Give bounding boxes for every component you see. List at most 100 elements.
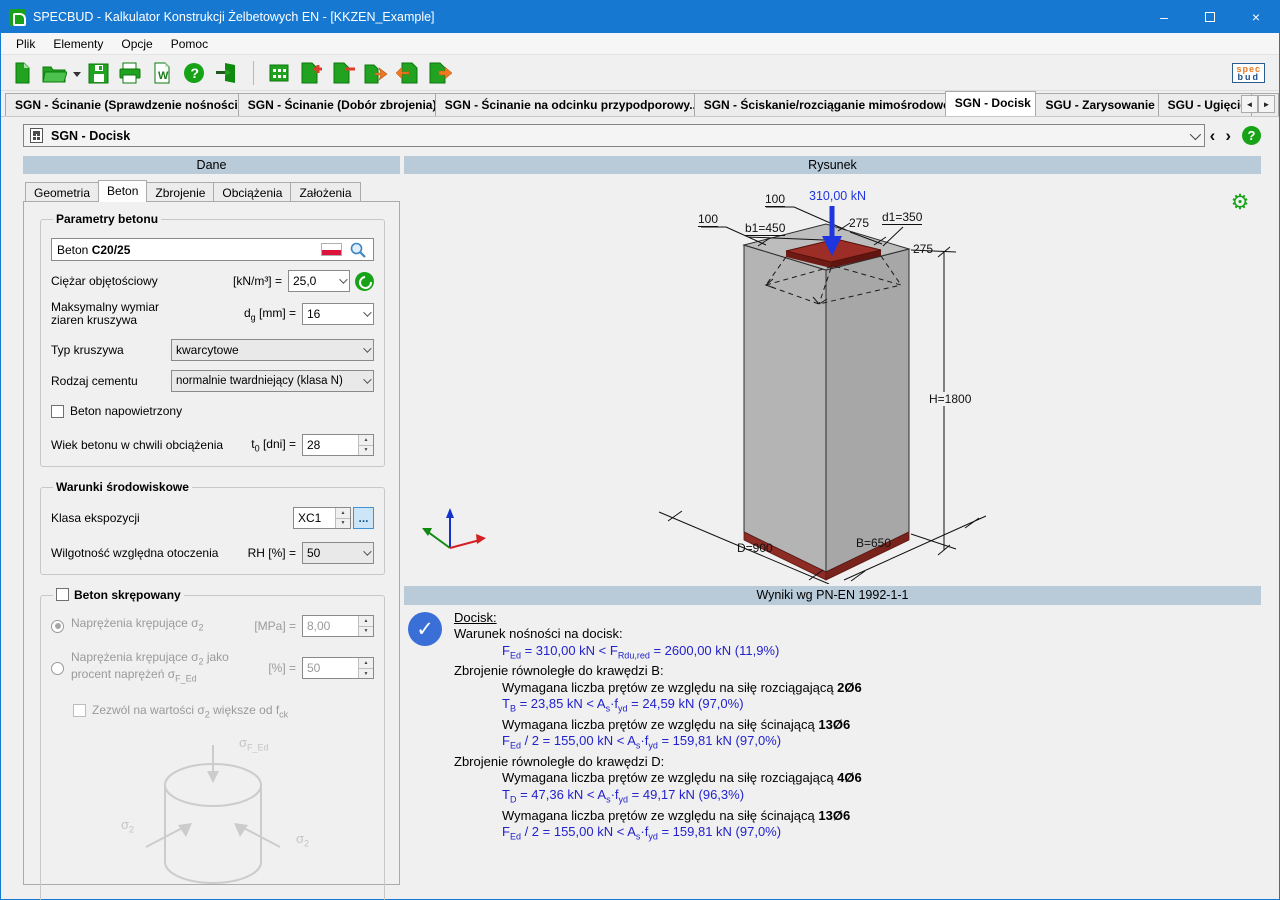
module-tab-4[interactable]: SGN - Docisk <box>945 91 1037 116</box>
concrete-class-value: Beton C20/25 <box>57 243 130 257</box>
dim-H: H=1800 <box>929 392 971 406</box>
spin-up-icon[interactable]: ▲ <box>359 616 373 627</box>
maximize-icon <box>1205 12 1215 22</box>
air-entrained-checkbox[interactable] <box>51 405 64 418</box>
help-button[interactable]: ? <box>179 58 209 88</box>
dim-275-top: 275 <box>849 216 869 230</box>
add-element-button[interactable] <box>296 58 326 88</box>
allow-sigma2-checkbox[interactable] <box>73 704 86 717</box>
dim-d1: d1=350 <box>882 210 922 225</box>
confining-stress-label: Naprężenia krępujące σ2 <box>71 617 204 634</box>
aggregate-size-label: Maksymalny wymiar ziaren kruszywa <box>51 301 159 327</box>
maximize-button[interactable] <box>1187 1 1233 33</box>
open-document-button[interactable] <box>39 58 69 88</box>
exposure-class-spinner[interactable]: XC1 ▲▼ <box>293 507 351 529</box>
auto-weight-icon[interactable] <box>355 272 374 291</box>
spin-up-icon[interactable]: ▲ <box>336 508 350 519</box>
confining-percent-spinner[interactable]: 50 ▲▼ <box>302 657 374 679</box>
element-type-icon <box>30 128 43 143</box>
tabs-scroll-left-button[interactable]: ◄ <box>1241 95 1258 113</box>
dim-100-left: 100 <box>698 212 718 227</box>
data-panel-tabs: GeometriaBetonZbrojenieObciążeniaZałożen… <box>23 180 400 202</box>
cement-type-combo[interactable]: normalnie twardniejący (klasa N) <box>171 370 374 392</box>
search-concrete-button[interactable] <box>348 240 368 260</box>
help-icon[interactable]: ? <box>1242 126 1261 145</box>
previous-element-arrow[interactable]: ‹ <box>1205 126 1221 146</box>
concrete-class-field[interactable]: Beton C20/25 <box>51 238 374 261</box>
tabs-scroll-right-button[interactable]: ► <box>1258 95 1275 113</box>
spin-down-icon[interactable]: ▼ <box>359 669 373 679</box>
unit-weight-label: Ciężar objętościowy <box>51 275 158 288</box>
concrete-age-spinner[interactable]: 28 ▲▼ <box>302 434 374 456</box>
spin-down-icon[interactable]: ▼ <box>359 446 373 456</box>
element-list-button[interactable] <box>264 58 294 88</box>
spin-down-icon[interactable]: ▼ <box>359 627 373 637</box>
right-panel-header: Rysunek <box>404 156 1261 174</box>
result-line: TD = 47,36 kN < As·fyd = 49,17 kN (96,3%… <box>454 787 1261 808</box>
group-beton-skrepowany: Beton skrępowany Naprężenia krępujące σ2… <box>40 588 385 900</box>
allow-sigma2-label: Zezwól na wartości σ2 większe od fck <box>92 703 288 719</box>
confined-concrete-checkbox[interactable] <box>56 588 69 601</box>
next-element-button[interactable] <box>424 58 454 88</box>
print-button[interactable] <box>115 58 145 88</box>
remove-element-button[interactable] <box>328 58 358 88</box>
result-line: Zbrojenie równoległe do krawędzi D: <box>454 754 1261 770</box>
module-tab-1[interactable]: SGN - Ścinanie (Dobór zbrojenia) <box>238 93 436 116</box>
module-tab-6[interactable]: SGU - Ugięcie <box>1158 93 1253 116</box>
result-line: Wymagana liczba prętów ze względu na sił… <box>454 808 1261 824</box>
exposure-class-label: Klasa ekspozycji <box>51 512 140 525</box>
spin-up-icon[interactable]: ▲ <box>359 435 373 446</box>
dim-B: B=650 <box>856 536 891 550</box>
minimize-button[interactable]: – <box>1141 1 1187 33</box>
spin-up-icon[interactable]: ▲ <box>359 658 373 669</box>
menu-bar: PlikElementyOpcjePomoc <box>1 33 1279 55</box>
form-tab-zbrojenie[interactable]: Zbrojenie <box>146 182 214 202</box>
module-tab-0[interactable]: SGN - Ścinanie (Sprawdzenie nośności) <box>5 93 239 116</box>
menu-item-pomoc[interactable]: Pomoc <box>162 35 217 53</box>
app-icon <box>9 9 26 26</box>
exposure-more-button[interactable]: ... <box>353 507 374 529</box>
toolbar: W? spec bud <box>1 55 1279 91</box>
aggregate-size-combo[interactable]: 16 <box>302 303 374 325</box>
confining-stress-spinner[interactable]: 8,00 ▲▼ <box>302 615 374 637</box>
exposure-class-value: XC1 <box>294 508 335 528</box>
sigma2-right-label: σ2 <box>296 831 309 849</box>
element-selector-row: SGN - Docisk ‹ › ? <box>23 124 1261 147</box>
confining-percent-radio[interactable] <box>51 662 64 675</box>
exit-button[interactable] <box>211 58 241 88</box>
element-selector[interactable]: SGN - Docisk <box>23 124 1205 147</box>
result-line: FEd = 310,00 kN < FRdu,red = 2600,00 kN … <box>454 643 1261 664</box>
menu-item-elementy[interactable]: Elementy <box>44 35 112 53</box>
confining-stress-radio[interactable] <box>51 620 64 633</box>
form-tab-obciążenia[interactable]: Obciążenia <box>213 182 291 202</box>
next-element-arrow[interactable]: › <box>1220 126 1236 146</box>
chevron-down-icon <box>363 547 371 555</box>
unit-weight-combo[interactable]: 25,0 <box>288 270 350 292</box>
module-tab-3[interactable]: SGN - Ściskanie/rozciąganie mimośrodowe <box>694 93 946 116</box>
export-word-button[interactable]: W <box>147 58 177 88</box>
new-document-button[interactable] <box>7 58 37 88</box>
unit-weight-unit: [kN/m³] = <box>233 274 288 288</box>
module-tab-5[interactable]: SGU - Zarysowanie <box>1035 93 1158 116</box>
save-document-button[interactable] <box>83 58 113 88</box>
dim-275-right: 275 <box>913 242 933 256</box>
result-line: Docisk: <box>454 610 1261 626</box>
confining-stress-value: 8,00 <box>303 616 358 636</box>
previous-element-button[interactable] <box>392 58 422 88</box>
title-bar: SPECBUD - Kalkulator Konstrukcji Żelbeto… <box>1 1 1279 33</box>
form-tab-beton[interactable]: Beton <box>98 180 147 202</box>
module-tab-2[interactable]: SGN - Ścinanie na odcinku przypodporowy.… <box>435 93 695 116</box>
humidity-label: Wilgotność względna otoczenia <box>51 547 218 560</box>
close-button[interactable]: × <box>1233 1 1279 33</box>
copy-element-button[interactable] <box>360 58 390 88</box>
menu-item-plik[interactable]: Plik <box>7 35 44 53</box>
form-tab-geometria[interactable]: Geometria <box>25 182 99 202</box>
open-dropdown-caret[interactable] <box>71 58 83 88</box>
form-tab-założenia[interactable]: Założenia <box>290 182 360 202</box>
gear-icon[interactable]: ⚙ <box>1229 192 1251 214</box>
humidity-combo[interactable]: 50 <box>302 542 374 564</box>
menu-item-opcje[interactable]: Opcje <box>112 35 161 53</box>
aggregate-type-combo[interactable]: kwarcytowe <box>171 339 374 361</box>
result-line: FEd / 2 = 155,00 kN < As·fyd = 159,81 kN… <box>454 733 1261 754</box>
spin-down-icon[interactable]: ▼ <box>336 519 350 529</box>
